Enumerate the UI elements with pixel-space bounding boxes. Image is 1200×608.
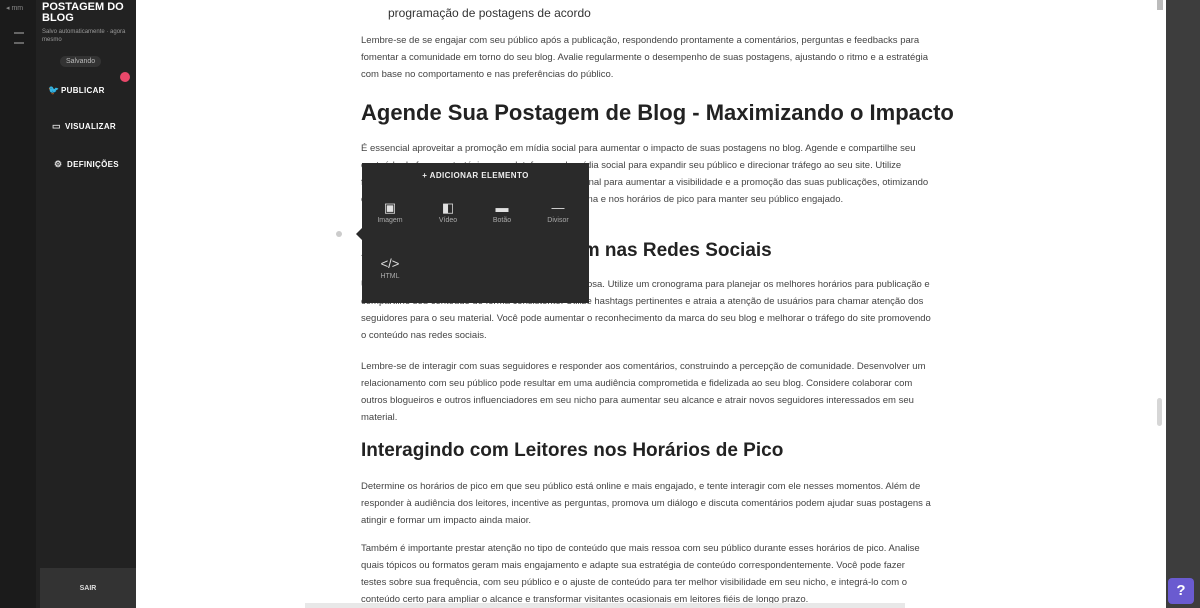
paragraph-5[interactable]: Determine os horários de pico em que seu… [361,478,931,529]
back-button[interactable]: ◂ mm [6,4,23,12]
drag-handle[interactable] [336,231,342,237]
add-button-button[interactable]: ▬ Botão [480,199,524,224]
paragraph-1[interactable]: Lembre-se de se engajar com seu público … [361,32,931,83]
sidebar: ◂ mm POSTAGEM DO BLOG Salvo automaticame… [0,0,136,608]
scrollbar-thumb[interactable] [1157,398,1162,426]
add-video-button[interactable]: ◧ Vídeo [426,199,470,224]
paragraph-6[interactable]: Também é importante prestar atenção no t… [361,540,931,608]
publish-button[interactable]: 🐦 PUBLICAR [48,85,105,96]
add-html-button[interactable]: </> HTML [368,255,412,280]
code-icon: </> [380,256,400,271]
html-label: HTML [380,273,400,280]
menu-icon[interactable] [14,32,24,44]
horizontal-scrollbar[interactable] [305,603,905,608]
text-fragment: programação de postagens de acordo [388,6,591,20]
paragraph-4[interactable]: Lembre-se de interagir com suas seguidor… [361,358,931,426]
add-element-title: + ADICIONAR ELEMENTO [422,171,529,180]
button-icon: ▬ [495,200,509,215]
preview-label: VISUALIZAR [65,122,116,131]
button-label: Botão [492,217,512,224]
add-element-panel: + ADICIONAR ELEMENTO ▣ Imagem ◧ Vídeo ▬ … [362,163,589,303]
add-divider-button[interactable]: ― Divisor [536,199,580,224]
notification-badge [120,72,130,82]
settings-button[interactable]: ⚙ DEFINIÇÕES [54,159,119,170]
video-label: Vídeo [438,217,458,224]
add-image-button[interactable]: ▣ Imagem [368,199,412,224]
heading-1[interactable]: Agende Sua Postagem de Blog - Maximizand… [361,100,954,126]
right-panel [1166,0,1200,608]
divider-label: Divisor [547,217,569,224]
divider-icon: ― [551,200,565,215]
status-pill: Salvando [60,56,102,67]
sidebar-strip: ◂ mm [0,0,36,608]
image-icon: ▣ [383,200,397,215]
video-icon: ◧ [441,200,455,215]
post-title: POSTAGEM DO BLOG [42,1,124,24]
publish-label: PUBLICAR [61,86,105,95]
image-label: Imagem [377,217,403,224]
gear-icon: ⚙ [54,159,63,169]
twitter-icon: 🐦 [48,85,60,95]
preview-button[interactable]: ▭ VISUALIZAR [52,121,116,132]
exit-button[interactable]: SAIR [40,568,136,608]
settings-label: DEFINIÇÕES [67,160,119,169]
heading-3[interactable]: Interagindo com Leitores nos Horários de… [361,440,783,462]
monitor-icon: ▭ [52,121,61,131]
help-button[interactable]: ? [1168,578,1194,604]
scrollbar-arrow[interactable] [1157,0,1163,10]
save-status: Salvo automaticamente · agora mesmo [42,29,126,43]
